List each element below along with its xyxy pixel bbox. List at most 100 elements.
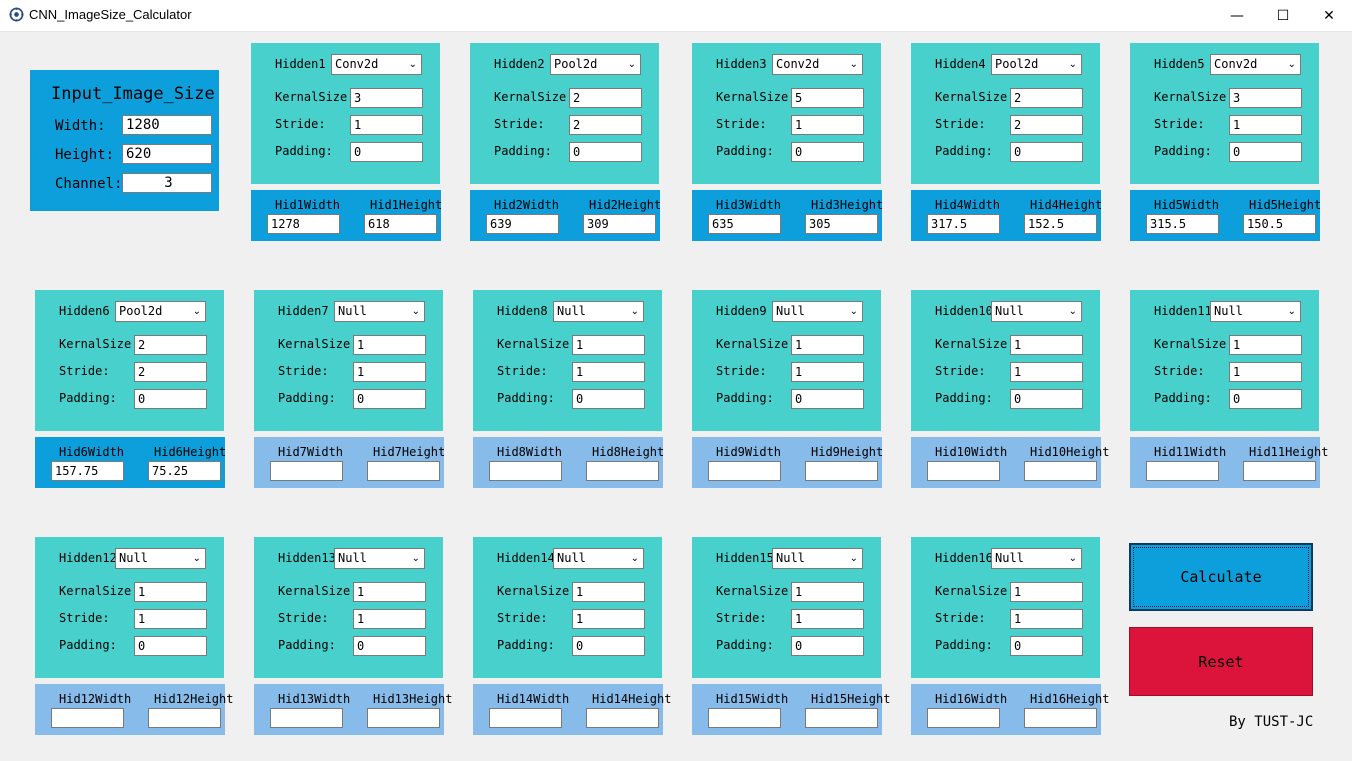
stride-field[interactable]: 2 (1010, 115, 1083, 135)
output-width-field[interactable]: 639 (486, 214, 559, 234)
minimize-button[interactable]: — (1214, 0, 1260, 31)
kernel-size-field[interactable]: 2 (134, 335, 207, 355)
output-height-field[interactable]: 618 (364, 214, 437, 234)
input-channel-field[interactable]: 3 (122, 173, 212, 193)
stride-field[interactable]: 1 (1010, 609, 1083, 629)
output-height-field[interactable] (148, 708, 221, 728)
padding-field[interactable]: 0 (791, 389, 864, 409)
input-height-field[interactable]: 620 (122, 144, 212, 164)
output-width-field[interactable] (51, 708, 124, 728)
stride-field[interactable]: 1 (572, 609, 645, 629)
layer-type-select[interactable]: Null ⌄ (553, 548, 644, 569)
output-width-field[interactable] (708, 461, 781, 481)
stride-field[interactable]: 1 (350, 115, 423, 135)
output-width-field[interactable]: 157.75 (51, 461, 124, 481)
stride-field[interactable]: 1 (791, 115, 864, 135)
maximize-button[interactable]: ☐ (1260, 0, 1306, 31)
padding-field[interactable]: 0 (572, 636, 645, 656)
padding-field[interactable]: 0 (791, 142, 864, 162)
output-height-field[interactable]: 305 (805, 214, 878, 234)
stride-field[interactable]: 1 (353, 362, 426, 382)
padding-field[interactable]: 0 (572, 389, 645, 409)
output-width-field[interactable] (270, 461, 343, 481)
padding-field[interactable]: 0 (1010, 142, 1083, 162)
output-height-field[interactable] (805, 461, 878, 481)
layer-type-select[interactable]: Null ⌄ (1210, 301, 1301, 322)
kernel-size-field[interactable]: 1 (791, 582, 864, 602)
stride-field[interactable]: 1 (353, 609, 426, 629)
kernel-size-field[interactable]: 1 (791, 335, 864, 355)
kernel-size-field[interactable]: 1 (1010, 582, 1083, 602)
output-height-field[interactable]: 150.5 (1243, 214, 1316, 234)
output-width-field[interactable]: 635 (708, 214, 781, 234)
kernel-size-field[interactable]: 2 (1010, 88, 1083, 108)
stride-field[interactable]: 1 (791, 609, 864, 629)
stride-field[interactable]: 1 (1010, 362, 1083, 382)
stride-field[interactable]: 2 (134, 362, 207, 382)
layer-type-select[interactable]: Null ⌄ (553, 301, 644, 322)
padding-field[interactable]: 0 (350, 142, 423, 162)
input-width-field[interactable]: 1280 (122, 115, 212, 135)
output-height-field[interactable] (367, 461, 440, 481)
kernel-size-field[interactable]: 1 (134, 582, 207, 602)
output-width-field[interactable] (489, 708, 562, 728)
padding-field[interactable]: 0 (791, 636, 864, 656)
output-height-field[interactable] (586, 708, 659, 728)
padding-field[interactable]: 0 (353, 636, 426, 656)
layer-type-select[interactable]: Pool2d ⌄ (550, 54, 641, 75)
output-width-field[interactable] (1146, 461, 1219, 481)
layer-type-select[interactable]: Conv2d ⌄ (772, 54, 863, 75)
layer-type-select[interactable]: Pool2d ⌄ (991, 54, 1082, 75)
padding-field[interactable]: 0 (134, 636, 207, 656)
layer-type-select[interactable]: Null ⌄ (115, 548, 206, 569)
stride-field[interactable]: 1 (572, 362, 645, 382)
kernel-size-field[interactable]: 1 (572, 582, 645, 602)
padding-field[interactable]: 0 (569, 142, 642, 162)
output-height-field[interactable] (1024, 461, 1097, 481)
output-width-field[interactable] (270, 708, 343, 728)
output-width-field[interactable] (708, 708, 781, 728)
kernel-size-field[interactable]: 1 (572, 335, 645, 355)
layer-type-select[interactable]: Pool2d ⌄ (115, 301, 206, 322)
padding-field[interactable]: 0 (1229, 389, 1302, 409)
kernel-size-field[interactable]: 3 (350, 88, 423, 108)
kernel-size-field[interactable]: 2 (569, 88, 642, 108)
padding-field[interactable]: 0 (1010, 389, 1083, 409)
kernel-size-field[interactable]: 1 (353, 335, 426, 355)
output-height-field[interactable] (1243, 461, 1316, 481)
output-height-field[interactable] (367, 708, 440, 728)
padding-field[interactable]: 0 (134, 389, 207, 409)
calculate-button[interactable]: Calculate (1129, 543, 1313, 611)
stride-field[interactable]: 2 (569, 115, 642, 135)
close-button[interactable]: ✕ (1306, 0, 1352, 31)
layer-type-select[interactable]: Null ⌄ (991, 301, 1082, 322)
layer-type-select[interactable]: Null ⌄ (334, 548, 425, 569)
output-height-field[interactable]: 75.25 (148, 461, 221, 481)
kernel-size-field[interactable]: 5 (791, 88, 864, 108)
kernel-size-field[interactable]: 3 (1229, 88, 1302, 108)
output-height-field[interactable] (805, 708, 878, 728)
stride-field[interactable]: 1 (1229, 115, 1302, 135)
padding-field[interactable]: 0 (1010, 636, 1083, 656)
output-height-field[interactable]: 152.5 (1024, 214, 1097, 234)
padding-field[interactable]: 0 (1229, 142, 1302, 162)
kernel-size-field[interactable]: 1 (1010, 335, 1083, 355)
output-width-field[interactable]: 317.5 (927, 214, 1000, 234)
padding-field[interactable]: 0 (353, 389, 426, 409)
layer-type-select[interactable]: Null ⌄ (772, 548, 863, 569)
kernel-size-field[interactable]: 1 (353, 582, 426, 602)
output-height-field[interactable] (586, 461, 659, 481)
output-width-field[interactable] (489, 461, 562, 481)
reset-button[interactable]: Reset (1129, 627, 1313, 696)
layer-type-select[interactable]: Null ⌄ (772, 301, 863, 322)
output-width-field[interactable] (927, 461, 1000, 481)
layer-type-select[interactable]: Conv2d ⌄ (1210, 54, 1301, 75)
output-width-field[interactable] (927, 708, 1000, 728)
layer-type-select[interactable]: Conv2d ⌄ (331, 54, 422, 75)
kernel-size-field[interactable]: 1 (1229, 335, 1302, 355)
layer-type-select[interactable]: Null ⌄ (991, 548, 1082, 569)
output-height-field[interactable] (1024, 708, 1097, 728)
stride-field[interactable]: 1 (134, 609, 207, 629)
stride-field[interactable]: 1 (791, 362, 864, 382)
output-width-field[interactable]: 1278 (267, 214, 340, 234)
